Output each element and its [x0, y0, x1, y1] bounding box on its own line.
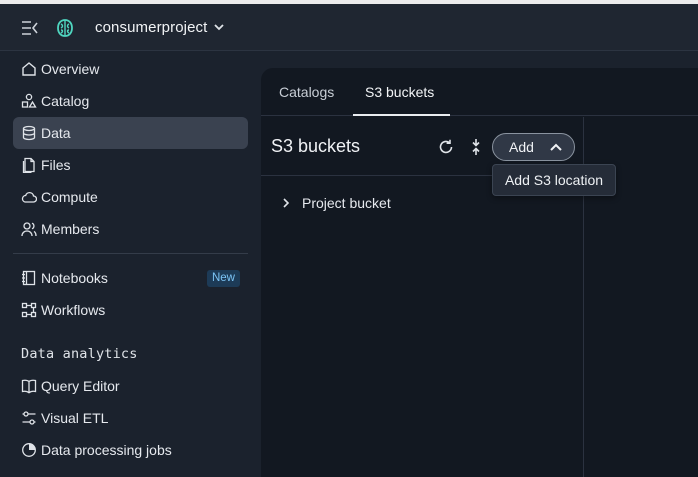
tab-s3-buckets[interactable]: S3 buckets	[365, 84, 434, 100]
brain-logo-icon	[55, 18, 75, 38]
sidebar-item-label: Workflows	[41, 302, 106, 318]
workflow-icon	[21, 302, 37, 318]
sidebar-item-workflows[interactable]: Workflows	[13, 294, 248, 326]
sidebar-item-members[interactable]: Members	[13, 213, 248, 245]
sidebar-item-label: Query Editor	[41, 378, 120, 394]
sidebar-item-compute[interactable]: Compute	[13, 181, 248, 213]
project-name[interactable]: consumerproject	[95, 19, 207, 36]
collapse-menu-icon[interactable]	[21, 21, 39, 35]
new-badge: New	[206, 270, 240, 287]
notebook-icon	[21, 270, 37, 286]
sliders-icon	[21, 410, 37, 426]
shapes-icon	[21, 93, 37, 109]
sidebar-item-label: Members	[41, 221, 100, 237]
sidebar-item-label: Visual ETL	[41, 410, 109, 426]
add-button-label: Add	[509, 139, 534, 155]
sidebar-item-overview[interactable]: Overview	[13, 53, 248, 85]
sidebar-item-label: Compute	[41, 189, 98, 205]
sidebar-item-files[interactable]: Files	[13, 149, 248, 181]
sidebar: Overview Catalog Data Files Compute Memb…	[0, 52, 258, 477]
sidebar-item-label: Files	[41, 157, 71, 173]
collapse-all-icon[interactable]	[469, 138, 483, 156]
chevron-up-icon	[549, 142, 563, 152]
sidebar-item-data[interactable]: Data	[13, 117, 248, 149]
sidebar-item-label: Notebooks	[41, 270, 108, 286]
pie-icon	[21, 442, 37, 458]
cloud-icon	[21, 189, 37, 205]
sidebar-item-data-processing-jobs[interactable]: Data processing jobs	[13, 434, 248, 466]
chevron-down-icon[interactable]	[213, 22, 225, 32]
panel-title: S3 buckets	[271, 136, 361, 156]
sidebar-item-visual-etl[interactable]: Visual ETL	[13, 402, 248, 434]
add-button[interactable]: Add	[492, 133, 575, 161]
chevron-right-icon[interactable]	[281, 197, 291, 209]
home-icon	[21, 61, 37, 77]
book-icon	[21, 378, 37, 394]
tab-catalogs[interactable]: Catalogs	[279, 84, 334, 100]
app-header: consumerproject	[0, 4, 698, 51]
section-title-data-analytics: Data analytics	[21, 346, 138, 362]
tree-item-label: Project bucket	[302, 195, 391, 211]
database-icon	[21, 125, 37, 141]
sidebar-item-label: Data	[41, 125, 71, 141]
active-tab-indicator	[353, 114, 450, 116]
users-icon	[21, 221, 37, 237]
sidebar-item-label: Overview	[41, 61, 100, 77]
sidebar-item-notebooks[interactable]: Notebooks New	[13, 262, 248, 294]
sidebar-item-query-editor[interactable]: Query Editor	[13, 370, 248, 402]
add-s3-location-menu-item[interactable]: Add S3 location	[492, 164, 616, 196]
tree-item-project-bucket[interactable]: Project bucket	[281, 195, 391, 211]
sidebar-item-label: Data processing jobs	[41, 442, 172, 458]
refresh-icon[interactable]	[437, 138, 455, 156]
sidebar-item-label: Catalog	[41, 93, 90, 109]
file-icon	[21, 157, 37, 173]
sidebar-item-catalog[interactable]: Catalog	[13, 85, 248, 117]
tab-bar: Catalogs S3 buckets	[261, 68, 698, 116]
sidebar-divider	[13, 253, 248, 254]
main-panel: Catalogs S3 buckets S3 buckets Add Proje…	[261, 68, 698, 477]
